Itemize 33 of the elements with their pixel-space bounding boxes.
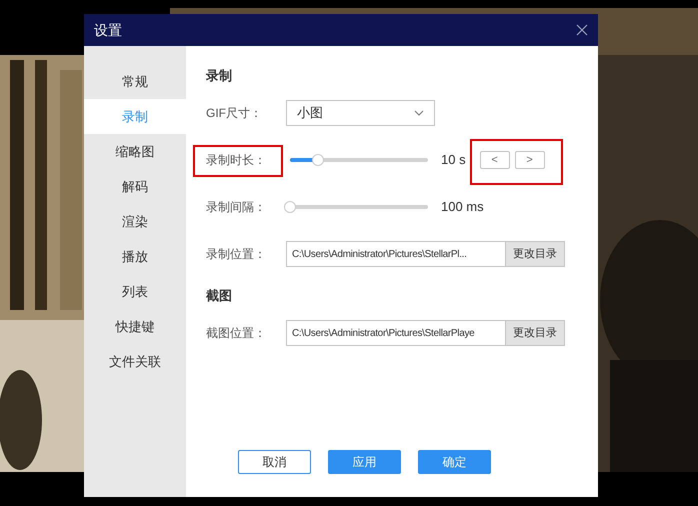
sidebar-item[interactable]: 常规 [84, 64, 186, 99]
path-value: C:\Users\Administrator\Pictures\StellarPl... [292, 248, 467, 262]
change-folder-button[interactable]: 更改目录 [506, 241, 565, 267]
path-field[interactable]: C:\Users\Administrator\Pictures\StellarPl... [286, 241, 506, 267]
sidebar-item[interactable]: 文件关联 [84, 344, 186, 379]
dropdown[interactable]: 小图 [286, 100, 435, 126]
slider-value: 10 s [441, 151, 466, 170]
path-field[interactable]: C:\Users\Administrator\Pictures\StellarPlaye [286, 320, 506, 346]
next-button[interactable]: > [514, 151, 545, 169]
sidebar-item[interactable]: 播放 [84, 239, 186, 274]
field-label: 录制位置： [206, 246, 267, 263]
section-title: 截图 [206, 287, 233, 306]
caret-icon [414, 110, 424, 116]
section-title: 录制 [206, 67, 233, 86]
sidebar-item[interactable]: 解码 [84, 169, 186, 204]
change-folder-button[interactable]: 更改目录 [506, 320, 565, 346]
field-label: 录制时长： [206, 152, 267, 169]
field-label: GIF尺寸： [206, 105, 263, 122]
dialog-button[interactable]: 取消 [238, 450, 311, 474]
sidebar-item[interactable]: 缩略图 [84, 134, 186, 169]
sidebar-item[interactable]: 渲染 [84, 204, 186, 239]
window-title: 设置 [94, 20, 122, 40]
sidebar-item[interactable]: 快捷键 [84, 309, 186, 344]
slider-thumb[interactable] [284, 201, 296, 213]
dropdown-value: 小图 [297, 104, 323, 122]
slider-thumb[interactable] [312, 154, 324, 166]
slider-value: 100 ms [441, 198, 484, 216]
path-value: C:\Users\Administrator\Pictures\StellarPlaye [292, 326, 474, 340]
field-label: 录制间隔： [206, 199, 267, 216]
close-icon[interactable] [576, 24, 588, 36]
previous-button[interactable]: < [480, 151, 510, 169]
sidebar-item[interactable]: 列表 [84, 274, 186, 309]
field-label: 截图位置： [206, 325, 267, 342]
